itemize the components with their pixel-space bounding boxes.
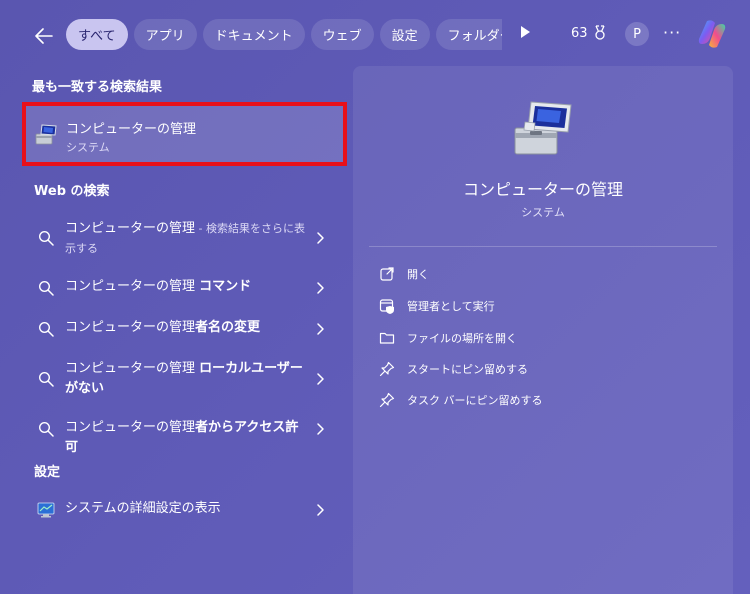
play-icon — [521, 26, 530, 38]
web-result-row[interactable]: コンピューターの管理者からアクセス許可 — [26, 417, 348, 455]
shield-admin-icon — [379, 299, 394, 314]
settings-result-label: システムの詳細設定の表示 — [65, 501, 221, 516]
search-icon — [38, 371, 54, 387]
search-icon — [38, 321, 54, 337]
chevron-right-icon — [317, 232, 324, 244]
filter-settings[interactable]: 設定 — [379, 19, 430, 50]
web-query: コンピューターの管理 — [65, 279, 200, 294]
filter-all[interactable]: すべて — [66, 19, 128, 50]
web-result-label: コンピューターの管理 ローカルユーザーがない — [65, 359, 305, 399]
system-settings-icon — [37, 502, 55, 518]
folder-icon — [379, 332, 395, 344]
filter-documents[interactable]: ドキュメント — [202, 19, 305, 50]
copilot-icon — [698, 20, 726, 48]
account-avatar[interactable]: P — [625, 22, 649, 46]
web-query: コンピューターの管理 — [65, 320, 196, 335]
web-result-label: コンピューターの管理 - 検索結果をさらに表示する — [65, 219, 305, 259]
scroll-filters-button[interactable] — [518, 24, 536, 46]
search-top-bar: すべて アプリ ドキュメント ウェブ 設定 フォルダー 写真 63 P ··· — [0, 0, 750, 70]
computer-management-icon — [514, 101, 572, 155]
action-run-as-admin[interactable]: 管理者として実行 — [379, 295, 495, 317]
web-query-suffix: コマンド — [199, 279, 252, 294]
back-arrow-icon — [35, 28, 53, 44]
filter-apps[interactable]: アプリ — [133, 19, 197, 50]
best-match-title: コンピューターの管理 — [66, 122, 197, 137]
more-options-button[interactable]: ··· — [663, 23, 681, 42]
web-result-row[interactable]: コンピューターの管理 コマンド — [26, 276, 348, 300]
web-result-label: コンピューターの管理 コマンド — [65, 277, 305, 297]
action-pin-to-taskbar[interactable]: タスク バーにピン留めする — [379, 389, 543, 411]
avatar-letter: P — [633, 26, 641, 42]
preview-title: コンピューターの管理 — [462, 180, 623, 199]
back-button[interactable] — [30, 22, 58, 50]
action-open-file-location[interactable]: ファイルの場所を開く — [379, 327, 517, 349]
chevron-right-icon — [317, 323, 324, 335]
filter-folders[interactable]: フォルダー — [435, 19, 502, 50]
web-result-label: コンピューターの管理者からアクセス許可 — [65, 418, 305, 458]
action-pin-to-start-label: スタートにピン留めする — [407, 363, 528, 376]
copilot-button[interactable] — [697, 18, 727, 50]
search-icon — [38, 280, 54, 296]
action-pin-to-start[interactable]: スタートにピン留めする — [379, 358, 528, 380]
preview-subtitle: システム — [521, 206, 565, 219]
search-icon — [38, 421, 54, 437]
web-result-row[interactable]: コンピューターの管理 - 検索結果をさらに表示する — [26, 218, 348, 260]
web-query-suffix: 者名の変更 — [195, 320, 261, 335]
preview-panel: コンピューターの管理 システム 開く 管理者として実行 ファイルの場所を開く ス… — [353, 66, 733, 594]
filter-web[interactable]: ウェブ — [310, 19, 374, 50]
chevron-right-icon — [317, 504, 324, 516]
computer-management-icon — [35, 124, 57, 145]
web-result-label: コンピューターの管理者名の変更 — [65, 318, 305, 338]
open-icon — [380, 267, 394, 281]
best-match-subtitle: システム — [66, 141, 110, 154]
preview-divider — [369, 246, 717, 247]
web-result-row[interactable]: コンピューターの管理 ローカルユーザーがない — [26, 358, 348, 400]
medal-icon — [594, 25, 605, 40]
action-open-file-location-label: ファイルの場所を開く — [407, 332, 517, 345]
best-match-result[interactable]: コンピューターの管理 システム — [22, 102, 347, 166]
settings-heading: 設定 — [34, 465, 61, 480]
search-icon — [38, 230, 54, 246]
rewards-points: 63 — [571, 25, 588, 41]
action-run-as-admin-label: 管理者として実行 — [407, 300, 495, 313]
settings-result-row[interactable]: システムの詳細設定の表示 — [26, 498, 348, 522]
web-query: コンピューターの管理 — [65, 361, 200, 376]
action-open-label: 開く — [407, 268, 429, 281]
web-result-row[interactable]: コンピューターの管理者名の変更 — [26, 317, 348, 341]
chevron-right-icon — [317, 282, 324, 294]
web-query: コンピューターの管理 — [65, 420, 196, 435]
filter-pills: すべて アプリ ドキュメント ウェブ 設定 フォルダー 写真 — [66, 19, 502, 51]
rewards-badge[interactable]: 63 — [571, 25, 608, 41]
action-open[interactable]: 開く — [379, 263, 429, 285]
best-match-heading: 最も一致する検索結果 — [32, 80, 163, 95]
web-query: コンピューターの管理 — [65, 221, 196, 236]
pin-icon — [379, 392, 395, 408]
chevron-right-icon — [317, 373, 324, 385]
chevron-right-icon — [317, 423, 324, 435]
pin-icon — [379, 361, 395, 377]
action-pin-to-taskbar-label: タスク バーにピン留めする — [407, 394, 543, 407]
web-search-heading: Web の検索 — [34, 184, 110, 199]
